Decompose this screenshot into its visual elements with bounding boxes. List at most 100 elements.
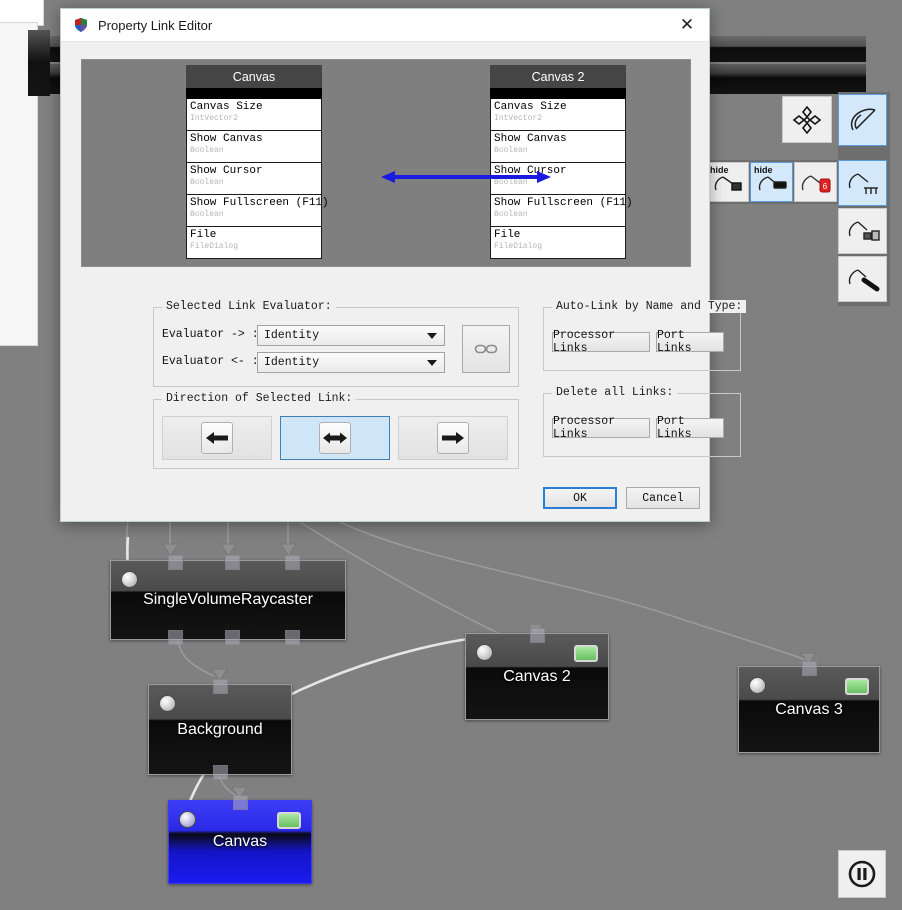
property-item[interactable]: File FileDialog [186, 227, 322, 259]
node-port[interactable] [225, 555, 240, 570]
property-item[interactable]: Show Canvas Boolean [186, 131, 322, 163]
node-port[interactable] [225, 630, 240, 645]
property-item[interactable]: Show Fullscreen (F11) Boolean [186, 195, 329, 227]
select-tool-button[interactable] [838, 94, 887, 146]
shield-icon [73, 17, 89, 33]
node-port[interactable] [802, 661, 817, 676]
node-status-orb[interactable] [179, 811, 196, 828]
chevron-down-icon [427, 359, 437, 366]
node-port[interactable] [213, 765, 228, 780]
apply-link-evaluator-button[interactable] [462, 325, 510, 373]
property-type: IntVector2 [494, 114, 543, 123]
processor-node-raycaster[interactable]: SingleVolumeRaycaster [110, 555, 346, 645]
node-status-orb[interactable] [476, 644, 493, 661]
node-label: SingleVolumeRaycaster [143, 591, 313, 608]
property-item[interactable]: Show Cursor Boolean [186, 163, 322, 195]
selected-link-evaluator-group: Selected Link Evaluator: Evaluator -> : … [153, 300, 519, 387]
port-edit-icon [848, 221, 880, 241]
node-led-indicator[interactable] [574, 645, 598, 662]
hide-port-links-tool-button[interactable]: hide [706, 162, 749, 202]
autolink-processor-links-button[interactable]: Processor Links [552, 329, 650, 355]
node-status-orb[interactable] [749, 677, 766, 694]
node-led-indicator[interactable] [845, 678, 869, 695]
delete-links-tool-button[interactable]: 6 [794, 162, 837, 202]
property-link-arrow[interactable] [381, 170, 551, 184]
cancel-button[interactable]: Cancel [626, 487, 700, 509]
evaluator-forward-label: Evaluator -> : [162, 328, 259, 341]
property-name: Canvas Size [494, 101, 567, 113]
property-link-editor-dialog: Property Link Editor ✕ Canvas Canvas Siz… [60, 8, 747, 522]
hand-pointer-icon [850, 108, 876, 131]
property-list-canvas2[interactable]: Canvas 2 Canvas Size IntVector2 Show Can… [490, 65, 633, 259]
node-led-indicator[interactable] [277, 812, 301, 829]
delete-processor-links-button[interactable]: Processor Links [552, 415, 650, 441]
property-type: Boolean [190, 146, 224, 155]
evaluator-backward-select[interactable]: Identity [257, 352, 445, 373]
group-title: Direction of Selected Link: [162, 392, 357, 405]
property-item[interactable]: Canvas Size IntVector2 [186, 99, 322, 131]
ok-button[interactable]: OK [543, 487, 617, 509]
node-port[interactable] [285, 630, 300, 645]
property-item[interactable]: File FileDialog [490, 227, 626, 259]
property-name: File [494, 229, 521, 241]
node-port[interactable] [233, 795, 248, 810]
direction-right-button[interactable] [398, 416, 508, 460]
arrow-left-icon [201, 422, 233, 454]
property-item[interactable]: Canvas Size IntVector2 [490, 99, 626, 131]
property-name: Show Canvas [190, 133, 263, 145]
hide-processor-links-tool-button[interactable]: hide [750, 162, 793, 202]
property-type: Boolean [494, 146, 528, 155]
four-arrows-icon [792, 105, 822, 134]
processor-node-background[interactable]: Background [148, 679, 292, 780]
delete-link-icon: 6 [801, 175, 830, 193]
svg-text:6: 6 [822, 182, 827, 191]
direction-bidirectional-button[interactable] [280, 416, 390, 460]
direction-left-button[interactable] [162, 416, 272, 460]
property-item[interactable]: Show Fullscreen (F11) Boolean [490, 195, 633, 227]
dialog-titlebar[interactable]: Property Link Editor ✕ [61, 9, 709, 42]
group-title: Selected Link Evaluator: [162, 300, 336, 313]
property-list-canvas[interactable]: Canvas Canvas Size IntVector2 Show Canva… [186, 65, 329, 259]
processor-node-canvas2[interactable]: Canvas 2 [465, 628, 609, 720]
edit-property-links-tool-button[interactable] [838, 160, 887, 206]
property-name: Show Cursor [190, 165, 263, 177]
chain-link-icon [474, 344, 498, 354]
delete-port-links-button[interactable]: Port Links [656, 415, 724, 441]
node-port[interactable] [168, 555, 183, 570]
pause-button[interactable] [838, 850, 886, 898]
connection-icon [848, 269, 879, 292]
node-label: Background [177, 720, 263, 738]
processor-node-canvas3[interactable]: Canvas 3 [738, 661, 880, 753]
evaluator-backward-value: Identity [264, 356, 320, 369]
node-port[interactable] [530, 628, 545, 643]
navigate-tool-button[interactable] [782, 96, 832, 143]
delete-all-links-group: Delete all Links: Processor Links Port L… [543, 386, 741, 457]
hide-tag-label: hide [754, 165, 773, 175]
property-lists-area[interactable]: Canvas Canvas Size IntVector2 Show Canva… [81, 59, 691, 267]
evaluator-forward-select[interactable]: Identity [257, 325, 445, 346]
group-title: Delete all Links: [552, 386, 678, 399]
processor-node-canvas[interactable]: Canvas [168, 795, 312, 884]
node-port[interactable] [285, 555, 300, 570]
edit-port-tool-button[interactable] [838, 208, 887, 254]
close-icon[interactable]: ✕ [665, 9, 709, 41]
property-item[interactable]: Show Canvas Boolean [490, 131, 626, 163]
node-label: Canvas [212, 833, 268, 850]
direction-of-selected-link-group: Direction of Selected Link: [153, 392, 519, 469]
evaluator-backward-label: Evaluator <- : [162, 355, 259, 368]
group-title: Auto-Link by Name and Type: [552, 300, 747, 313]
property-list-header: Canvas [186, 65, 322, 88]
node-status-orb[interactable] [159, 695, 176, 712]
property-type: IntVector2 [190, 114, 239, 123]
node-label: Canvas 3 [775, 700, 843, 718]
connection-tool-button[interactable] [838, 256, 887, 302]
autolink-port-links-button[interactable]: Port Links [656, 329, 724, 355]
property-list-divider [490, 88, 626, 99]
property-name: Show Canvas [494, 133, 567, 145]
arrow-bidirectional-icon [319, 422, 351, 454]
property-type: Boolean [190, 210, 224, 219]
property-list-divider [186, 88, 322, 99]
node-status-orb[interactable] [121, 571, 138, 588]
node-port[interactable] [168, 630, 183, 645]
node-port[interactable] [213, 679, 228, 694]
